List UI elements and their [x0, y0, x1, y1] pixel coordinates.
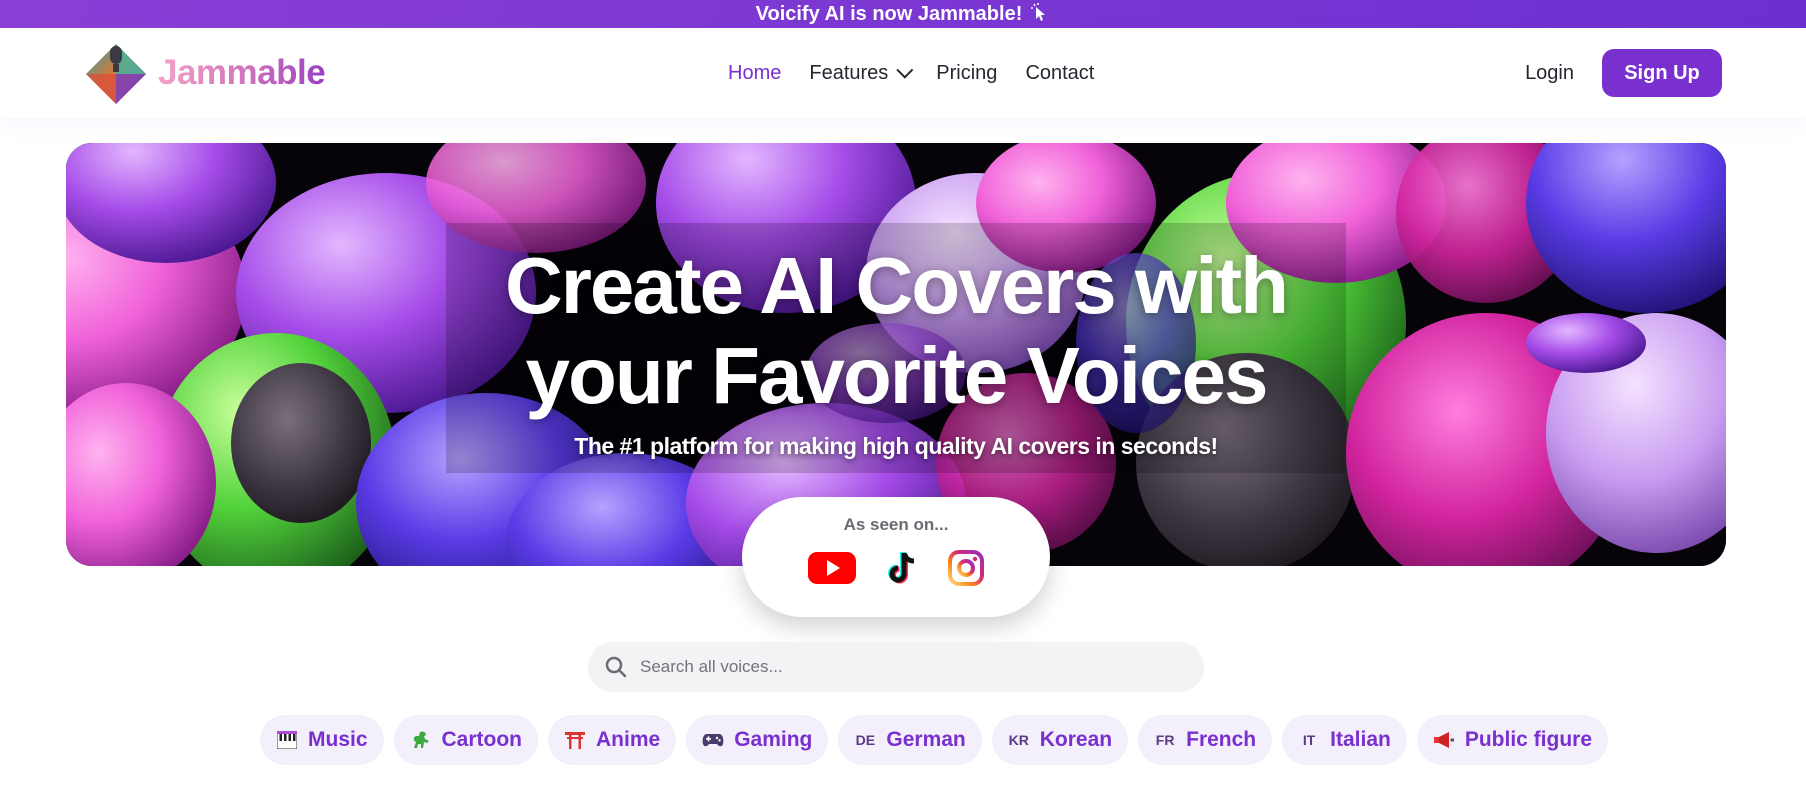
auth-actions: Login Sign Up — [1525, 49, 1722, 97]
category-filters: Music Cartoon Anime Gaming DE German KR … — [260, 715, 1609, 765]
kr-flag-icon: KR — [1008, 732, 1029, 748]
category-label: Cartoon — [441, 728, 523, 751]
top-navigation: Jammable Home Features Pricing Contact L… — [0, 28, 1806, 118]
piano-icon — [276, 731, 298, 749]
category-public-figure[interactable]: Public figure — [1416, 715, 1609, 765]
category-label: Gaming — [734, 728, 813, 751]
dinosaur-icon — [410, 730, 432, 750]
it-flag-icon: IT — [1302, 732, 1316, 748]
nav-home[interactable]: Home — [728, 62, 781, 85]
category-italian[interactable]: IT Italian — [1282, 715, 1407, 765]
nav-contact[interactable]: Contact — [1025, 62, 1094, 85]
signup-button[interactable]: Sign Up — [1602, 49, 1722, 97]
category-gaming[interactable]: Gaming — [686, 715, 829, 765]
cursor-click-icon — [1030, 2, 1050, 27]
hero-title-line-2: your Favorite Voices — [525, 331, 1268, 420]
nav-features[interactable]: Features — [809, 61, 914, 85]
category-french[interactable]: FR French — [1138, 715, 1273, 765]
torii-gate-icon — [564, 730, 586, 750]
announcement-bar[interactable]: Voicify AI is now Jammable! — [0, 0, 1806, 28]
hero-title-line-1: Create AI Covers with — [505, 241, 1289, 330]
gamepad-icon — [702, 732, 724, 748]
search-input[interactable] — [640, 657, 1160, 677]
voice-search-bar[interactable] — [588, 642, 1204, 692]
category-label: French — [1186, 728, 1257, 751]
category-anime[interactable]: Anime — [548, 715, 677, 765]
category-german[interactable]: DE German — [838, 715, 982, 765]
category-korean[interactable]: KR Korean — [991, 715, 1129, 765]
category-music[interactable]: Music — [260, 715, 384, 765]
de-flag-icon: DE — [855, 732, 876, 748]
megaphone-icon — [1433, 731, 1455, 749]
tiktok-icon[interactable] — [883, 549, 921, 587]
category-label: German — [886, 728, 966, 751]
fr-flag-icon: FR — [1155, 732, 1175, 748]
hero-title: Create AI Covers with your Favorite Voic… — [66, 241, 1726, 421]
nav-pricing[interactable]: Pricing — [936, 62, 997, 85]
brand-name: Jammable — [158, 53, 326, 92]
category-label: Italian — [1330, 728, 1391, 751]
platform-icons — [742, 549, 1050, 587]
instagram-icon[interactable] — [947, 549, 985, 587]
main-menu: Home Features Pricing Contact — [728, 28, 1094, 118]
category-label: Public figure — [1464, 728, 1593, 751]
jammable-logo-icon — [86, 44, 146, 104]
category-label: Korean — [1039, 728, 1113, 751]
youtube-icon[interactable] — [807, 549, 857, 587]
announcement-text[interactable]: Voicify AI is now Jammable! — [756, 3, 1023, 26]
category-label: Music — [308, 728, 368, 751]
brand-logo[interactable]: Jammable — [84, 40, 326, 106]
category-cartoon[interactable]: Cartoon — [393, 715, 539, 765]
as-seen-on-label: As seen on... — [843, 515, 949, 534]
as-seen-on-card: As seen on... — [742, 497, 1050, 617]
hero-subtitle: The #1 platform for making high quality … — [574, 433, 1218, 459]
search-icon — [605, 656, 627, 678]
nav-features-label: Features — [809, 61, 889, 84]
login-link[interactable]: Login — [1525, 62, 1574, 85]
category-label: Anime — [596, 728, 661, 751]
chevron-down-icon — [896, 61, 914, 79]
